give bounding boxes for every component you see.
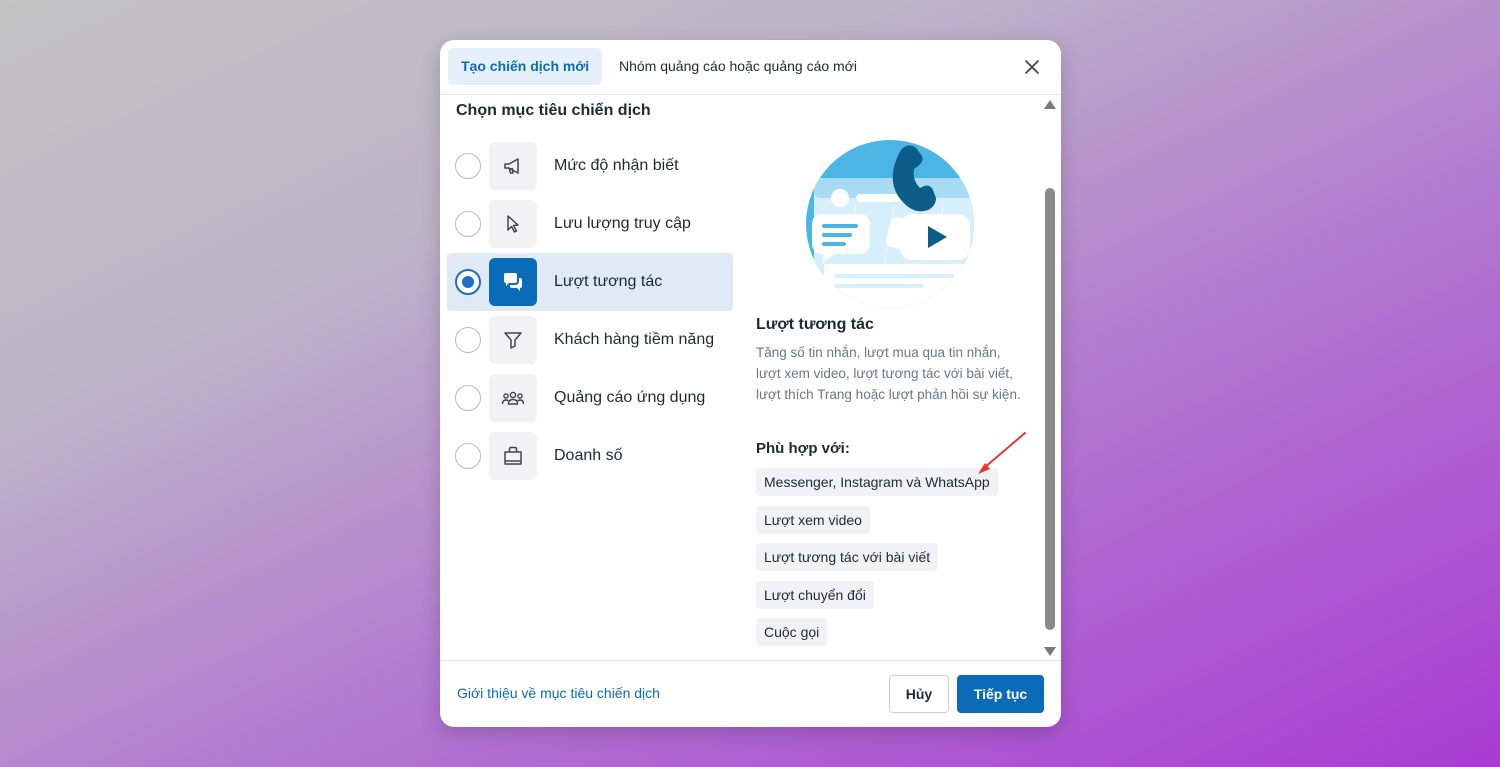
chat-bubbles-icon: [489, 258, 537, 306]
objective-app-promotion[interactable]: Quảng cáo ứng dụng: [447, 369, 733, 427]
fit-chip: Lượt chuyển đổi: [756, 580, 874, 609]
people-icon: [489, 374, 537, 422]
radio-button[interactable]: [455, 211, 481, 237]
scrollbar[interactable]: [1042, 96, 1058, 660]
radio-button[interactable]: [455, 269, 481, 295]
scroll-up-arrow-icon[interactable]: [1044, 100, 1056, 109]
objective-awareness[interactable]: Mức độ nhận biết: [447, 137, 733, 195]
fit-chip: Cuộc gọi: [756, 618, 828, 646]
fit-chip: Lượt xem video: [756, 505, 870, 534]
shopping-bag-icon: [489, 432, 537, 480]
cancel-button[interactable]: Hủy: [889, 675, 949, 713]
annotation-arrow-icon: [978, 432, 1026, 474]
objective-label: Lưu lượng truy cập: [554, 215, 691, 232]
fit-chip: Lượt tương tác với bài viết: [756, 543, 939, 571]
section-title: Chọn mục tiêu chiến dịch: [456, 102, 651, 119]
continue-button[interactable]: Tiếp tục: [957, 675, 1044, 713]
radio-button[interactable]: [455, 327, 481, 353]
cursor-icon: [489, 200, 537, 248]
megaphone-icon: [489, 142, 537, 190]
objective-label: Mức độ nhận biết: [554, 157, 679, 174]
detail-description: Tăng số tin nhắn, lượt mua qua tin nhắn,…: [756, 345, 1021, 402]
close-button[interactable]: [1019, 54, 1045, 80]
engagement-illustration: [806, 140, 974, 308]
scroll-down-arrow-icon[interactable]: [1044, 647, 1056, 656]
radio-button[interactable]: [455, 153, 481, 179]
tab-new-adset-or-ad[interactable]: Nhóm quảng cáo hoặc quảng cáo mới: [606, 48, 870, 85]
objective-list: Mức độ nhận biết Lưu lượng truy cập Lượt…: [447, 137, 733, 485]
objective-traffic[interactable]: Lưu lượng truy cập: [447, 195, 733, 253]
objective-label: Doanh số: [554, 447, 623, 464]
objective-leads[interactable]: Khách hàng tiềm năng: [447, 311, 733, 369]
about-objectives-link[interactable]: Giới thiệu về mục tiêu chiến dịch: [457, 685, 660, 701]
objective-label: Lượt tương tác: [554, 273, 663, 290]
detail-title: Lượt tương tác: [756, 316, 874, 333]
objective-sales[interactable]: Doanh số: [447, 427, 733, 485]
radio-button[interactable]: [455, 385, 481, 411]
campaign-dialog: Tạo chiến dịch mới Nhóm quảng cáo hoặc q…: [440, 40, 1061, 727]
radio-button[interactable]: [455, 443, 481, 469]
dialog-footer: Giới thiệu về mục tiêu chiến dịch Hủy Ti…: [440, 660, 1061, 727]
objective-label: Quảng cáo ứng dụng: [554, 389, 706, 406]
scroll-thumb[interactable]: [1045, 188, 1055, 630]
funnel-icon: [489, 316, 537, 364]
close-icon: [1025, 60, 1039, 74]
fit-chip: Messenger, Instagram và WhatsApp: [756, 468, 998, 496]
objective-label: Khách hàng tiềm năng: [554, 331, 715, 348]
dialog-tabs: Tạo chiến dịch mới Nhóm quảng cáo hoặc q…: [440, 40, 1061, 95]
fit-chip-list: Messenger, Instagram và WhatsApp Lượt xe…: [756, 468, 998, 656]
tab-new-campaign[interactable]: Tạo chiến dịch mới: [448, 48, 603, 85]
fit-title: Phù hợp với:: [756, 440, 850, 457]
objective-engagement[interactable]: Lượt tương tác: [447, 253, 733, 311]
